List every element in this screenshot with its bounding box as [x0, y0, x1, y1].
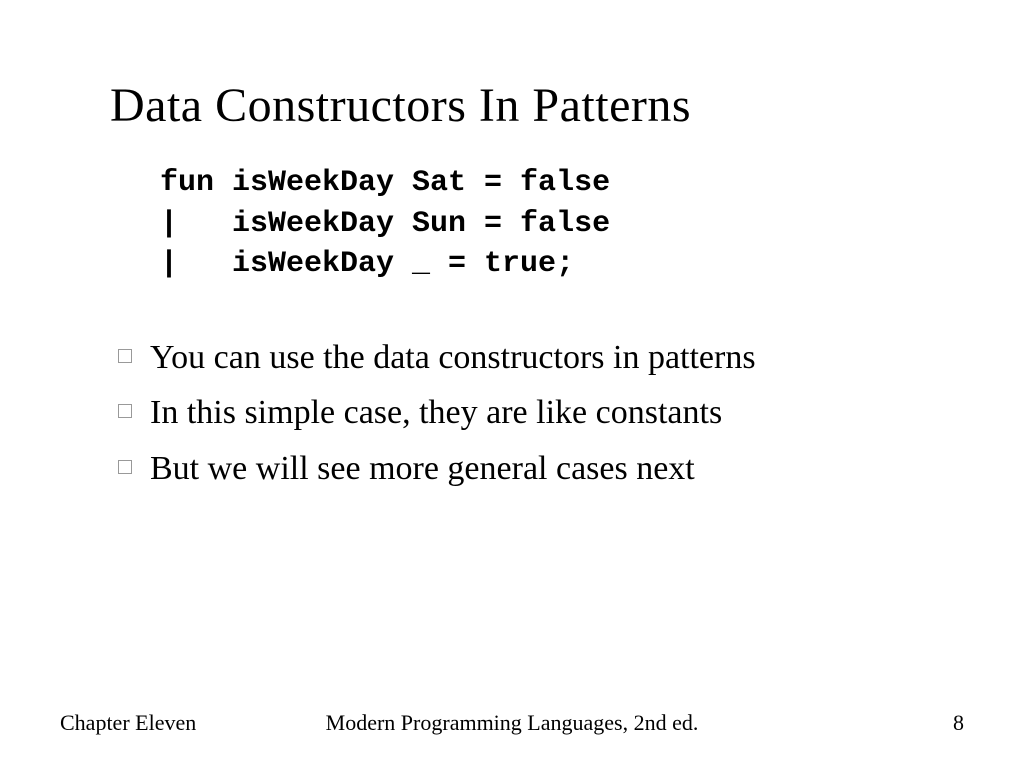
bullet-list: You can use the data constructors in pat…: [118, 335, 964, 493]
footer-chapter: Chapter Eleven: [60, 710, 196, 736]
bullet-text: In this simple case, they are like const…: [150, 390, 964, 436]
bullet-text: But we will see more general cases next: [150, 446, 964, 492]
list-item: In this simple case, they are like const…: [118, 390, 964, 436]
list-item: You can use the data constructors in pat…: [118, 335, 964, 381]
bullet-icon: [118, 460, 132, 474]
bullet-text: You can use the data constructors in pat…: [150, 335, 964, 381]
footer-book-title: Modern Programming Languages, 2nd ed.: [326, 710, 699, 736]
bullet-icon: [118, 404, 132, 418]
slide-title: Data Constructors In Patterns: [110, 78, 964, 133]
footer-page-number: 8: [953, 710, 964, 736]
code-block: fun isWeekDay Sat = false | isWeekDay Su…: [160, 163, 964, 285]
list-item: But we will see more general cases next: [118, 446, 964, 492]
bullet-icon: [118, 349, 132, 363]
slide: Data Constructors In Patterns fun isWeek…: [0, 0, 1024, 768]
footer: Chapter Eleven Modern Programming Langua…: [0, 710, 1024, 736]
